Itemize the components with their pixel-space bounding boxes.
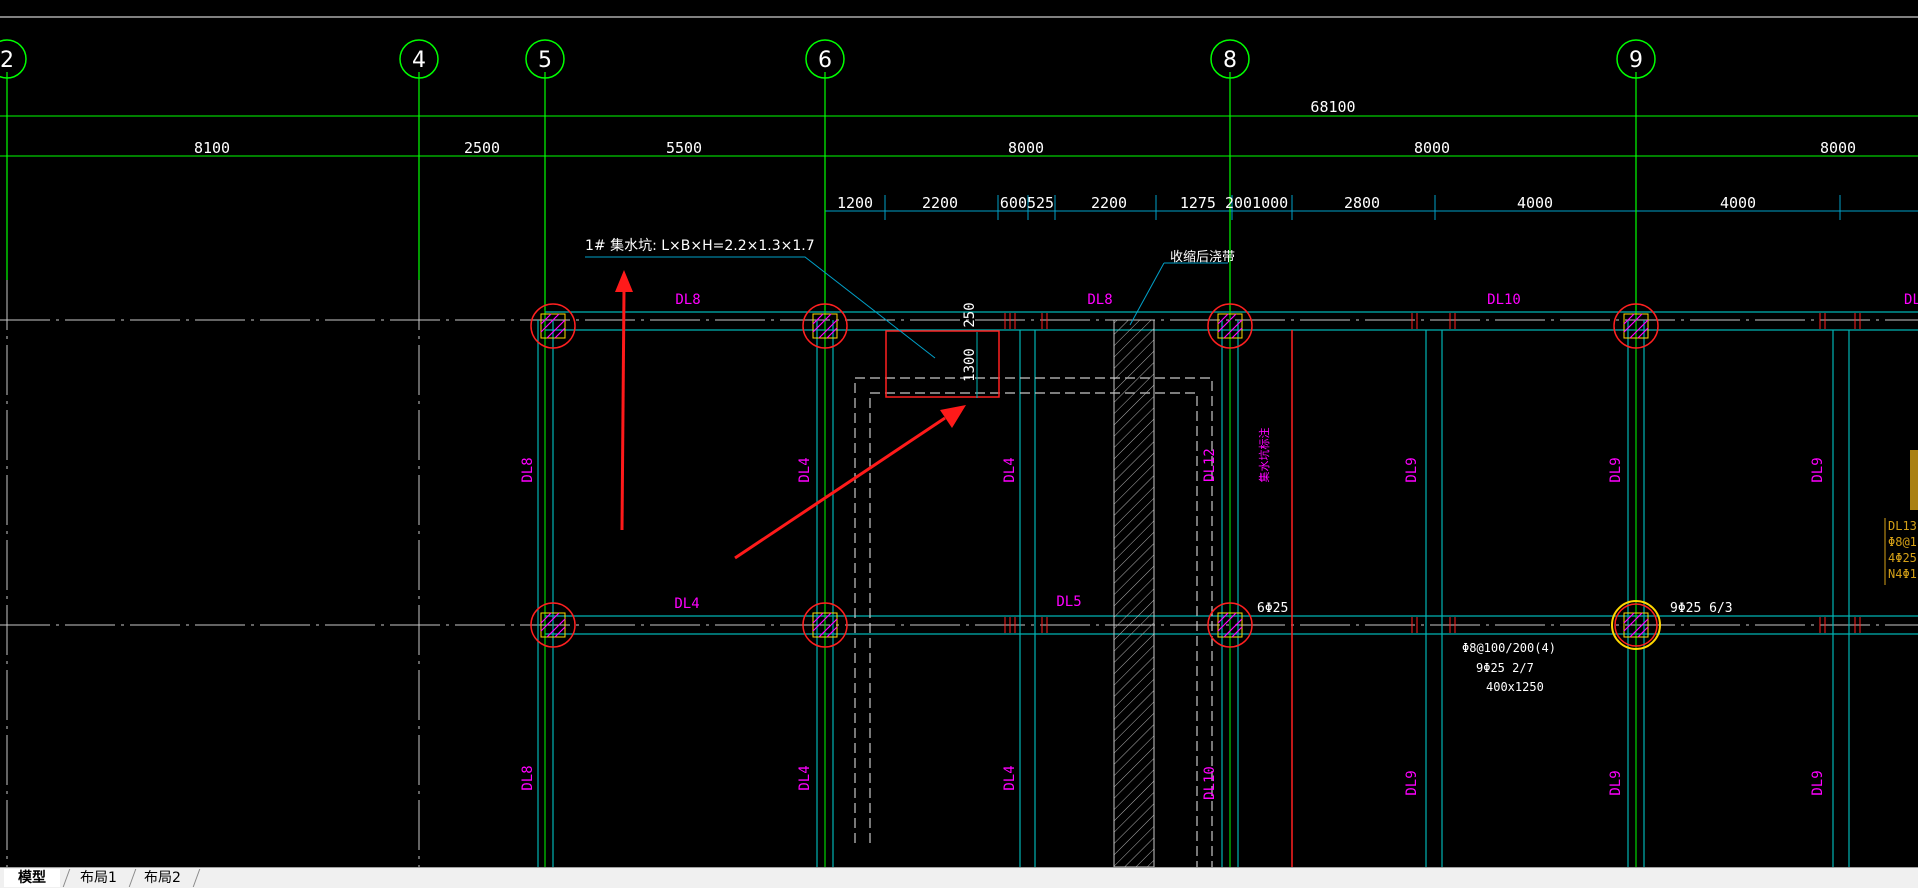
right-tag-line: N4Φ1 bbox=[1888, 567, 1917, 581]
beam-label: DL12 bbox=[1202, 448, 1218, 482]
beam-label: DL bbox=[1904, 292, 1918, 308]
sub-dimension-text: 600525 bbox=[1000, 194, 1054, 212]
beam-note-line: Φ8@100/200(4) bbox=[1462, 641, 1556, 655]
tab-model[interactable]: 模型 bbox=[4, 869, 60, 887]
bay-dimension-text: 5500 bbox=[666, 139, 702, 157]
sub-dimension-text: 4000 bbox=[1517, 194, 1553, 212]
right-tag-line: DL13( bbox=[1888, 519, 1918, 533]
post-pour-annotation: 收缩后浇带 bbox=[1170, 249, 1235, 265]
total-dimension-text: 68100 bbox=[1310, 98, 1355, 116]
tab-layout2[interactable]: 布局2 bbox=[130, 869, 195, 887]
beam-note-line: 400x1250 bbox=[1486, 680, 1544, 694]
tab-layout1[interactable]: 布局1 bbox=[66, 869, 131, 887]
beam-label: DL10 bbox=[1202, 766, 1218, 800]
beam-label: DL9 bbox=[1810, 457, 1826, 482]
right-tag-line: 4Φ25 bbox=[1888, 551, 1917, 565]
markup-arrows bbox=[615, 270, 966, 560]
sub-dimension-text: 4000 bbox=[1720, 194, 1756, 212]
axis-bubble-5: 5 bbox=[525, 39, 565, 79]
beam-label: DL8 bbox=[1087, 292, 1112, 308]
beam-axis-lines bbox=[544, 310, 1637, 867]
horizontal-beams bbox=[545, 311, 1918, 635]
beam-note-line: 9Φ25 2/7 bbox=[1476, 661, 1534, 675]
cad-drawing-canvas[interactable]: 2 4 5 6 8 9 68100 8100 2500 5500 8000 80… bbox=[0, 0, 1918, 867]
axis-label: 9 bbox=[1629, 48, 1643, 73]
arrow-diagonal bbox=[734, 405, 966, 560]
axis-label: 2 bbox=[0, 48, 14, 73]
grid-axis-lines bbox=[6, 72, 1637, 310]
vertical-centerlines bbox=[6, 280, 420, 867]
vertical-note: 集水坑标注 bbox=[1257, 428, 1271, 483]
bay-dimension-text: 8000 bbox=[1414, 139, 1450, 157]
right-edge-tag: DL13( Φ8@1 4Φ25 N4Φ1 bbox=[1884, 450, 1918, 585]
beam-label: DL4 bbox=[797, 765, 813, 790]
sub-dimension-text: 2200 bbox=[922, 194, 958, 212]
axis-bubble-9: 9 bbox=[1616, 39, 1656, 79]
layout-tab-bar: 模型 布局1 布局2 bbox=[0, 867, 1918, 888]
sub-dimension-ticks bbox=[824, 195, 1841, 220]
rebar-annotation: 6Φ25 bbox=[1257, 601, 1288, 616]
beam-label: DL4 bbox=[797, 457, 813, 482]
sub-dimension-text: 1275 2001000 bbox=[1180, 194, 1288, 212]
axis-bubble-6: 6 bbox=[805, 39, 845, 79]
beam-label: DL9 bbox=[1608, 770, 1624, 795]
axis-label: 5 bbox=[538, 48, 552, 73]
beam-label: DL9 bbox=[1810, 770, 1826, 795]
sump-dim-1300: 1300 bbox=[962, 348, 978, 382]
sub-dimension-text: 1200 bbox=[837, 194, 873, 212]
beam-label: DL4 bbox=[674, 596, 699, 612]
axis-bubble-8: 8 bbox=[1210, 39, 1250, 79]
sub-dimension-text: 2200 bbox=[1091, 194, 1127, 212]
beam-label: DL4 bbox=[1002, 765, 1018, 790]
beam-label: DL8 bbox=[675, 292, 700, 308]
rebar-annotation: 9Φ25 6/3 bbox=[1670, 601, 1733, 616]
post-pour-strip bbox=[1113, 319, 1155, 867]
grid-axis-bubbles: 2 4 5 6 8 9 bbox=[0, 39, 1656, 79]
beam-label: DL4 bbox=[1002, 457, 1018, 482]
horizontal-centerlines bbox=[0, 319, 1918, 626]
axis-label: 8 bbox=[1223, 48, 1237, 73]
axis-label: 4 bbox=[412, 48, 426, 73]
sump-dim-250: 250 bbox=[962, 302, 978, 327]
beam-label: DL9 bbox=[1608, 457, 1624, 482]
vertical-beams bbox=[537, 320, 1850, 867]
sub-dimension-text: 2800 bbox=[1344, 194, 1380, 212]
bay-dimension-text: 8100 bbox=[194, 139, 230, 157]
axis-bubble-2: 2 bbox=[0, 39, 27, 79]
sump-annotation: 1# 集水坑: L×B×H=2.2×1.3×1.7 bbox=[585, 237, 815, 254]
columns bbox=[530, 303, 1661, 650]
bay-dimension-text: 8000 bbox=[1820, 139, 1856, 157]
beam-label: DL9 bbox=[1404, 770, 1420, 795]
beam-label: DL8 bbox=[520, 457, 536, 482]
beam-label: DL9 bbox=[1404, 457, 1420, 482]
bay-dimension-text: 8000 bbox=[1008, 139, 1044, 157]
sump-pit-box bbox=[885, 330, 1000, 398]
right-tag-line: Φ8@1 bbox=[1888, 535, 1917, 549]
bay-dimension-text: 2500 bbox=[464, 139, 500, 157]
beam-label: DL5 bbox=[1056, 594, 1081, 610]
beam-label: DL8 bbox=[520, 765, 536, 790]
axis-bubble-4: 4 bbox=[399, 39, 439, 79]
axis-label: 6 bbox=[818, 48, 832, 73]
pit-outline bbox=[854, 377, 1213, 867]
beam-label: DL10 bbox=[1487, 292, 1521, 308]
arrow-up bbox=[615, 270, 633, 531]
